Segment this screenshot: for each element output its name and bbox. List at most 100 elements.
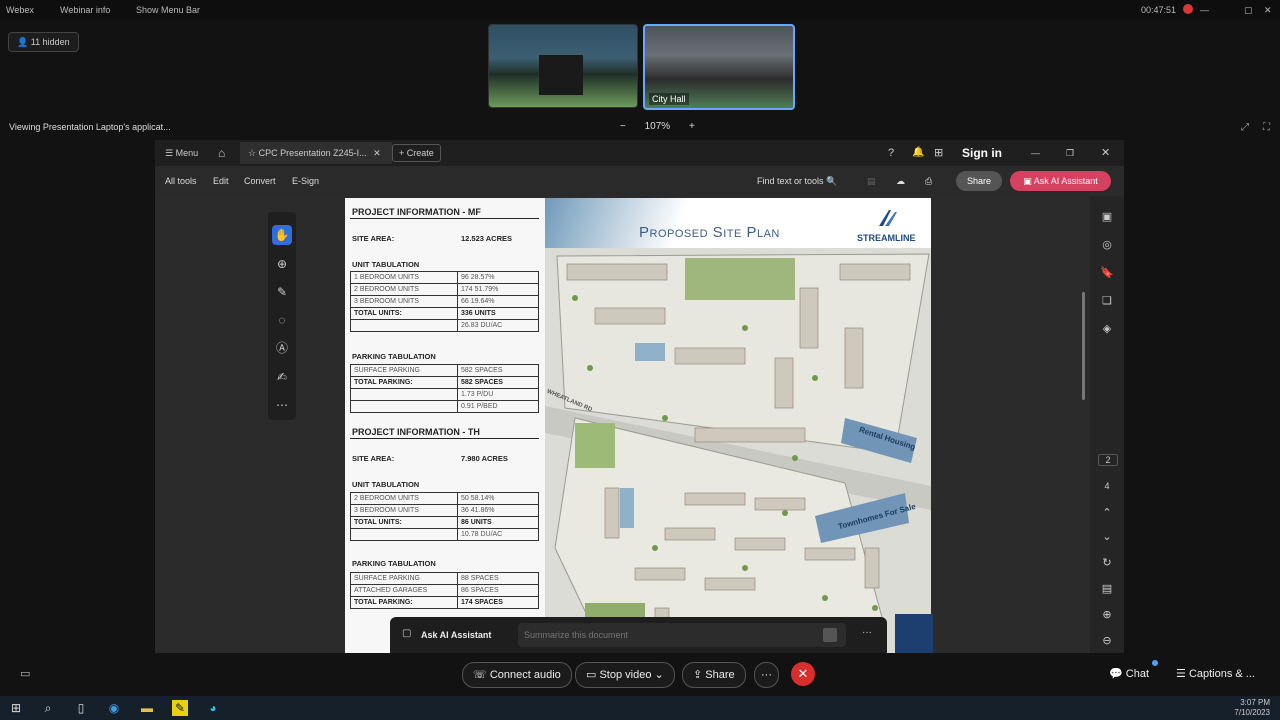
zoom-in-icon[interactable]: ⊕	[1098, 606, 1116, 624]
edge-browser-icon[interactable]: ◉	[106, 700, 122, 716]
plan-title: Proposed Site Plan	[639, 224, 780, 241]
chevron-down-icon[interactable]: ⌄	[1098, 528, 1116, 546]
document-tab[interactable]: ☆ CPC Presentation Z245-I... ✕	[240, 142, 392, 164]
expand-icon[interactable]: ⤢	[1241, 122, 1249, 133]
video-thumbnail-podium[interactable]	[488, 24, 638, 108]
minimize-icon[interactable]: —	[1200, 5, 1209, 15]
bookmark-icon[interactable]: 🔖	[1098, 264, 1116, 282]
stop-video-button[interactable]: ▭ Stop video ⌄	[575, 662, 675, 688]
window-restore-icon[interactable]: ❐	[1066, 142, 1074, 164]
share-button[interactable]: Share	[956, 171, 1002, 191]
home-icon[interactable]: ⌂	[218, 142, 225, 164]
share-content-button[interactable]: ⇪ Share	[682, 662, 746, 688]
ai-prompt-input[interactable]	[518, 623, 846, 647]
convert-menu[interactable]: Convert	[244, 176, 276, 186]
zoom-tool-icon[interactable]: ⊕	[272, 254, 292, 274]
webex-app-icon[interactable]: ◕	[205, 700, 221, 716]
sign-in-button[interactable]: Sign in	[962, 142, 1002, 164]
chat-icon: 💬	[1109, 668, 1123, 680]
hidden-participants-pill[interactable]: 👤 11 hidden	[8, 32, 79, 52]
table-cell: TOTAL UNITS:	[350, 516, 458, 529]
attachment-icon[interactable]: ◎	[1098, 236, 1116, 254]
zoom-control: − 107% +	[612, 121, 703, 132]
table-cell: 86 SPACES	[457, 584, 539, 597]
menu-button[interactable]: ☰ Menu	[165, 142, 198, 164]
restore-icon[interactable]: ▢	[1244, 5, 1253, 16]
sticky-notes-icon[interactable]: ✎	[172, 700, 188, 716]
ask-ai-assistant-button[interactable]: ▣ Ask AI Assistant	[1010, 171, 1111, 191]
more-options-button[interactable]: ···	[754, 662, 779, 688]
zoom-out-icon[interactable]: ⊖	[1098, 632, 1116, 650]
esign-menu[interactable]: E-Sign	[292, 176, 319, 186]
window-minimize-icon[interactable]: —	[1031, 142, 1040, 164]
acrobat-window: ☰ Menu ⌂ ☆ CPC Presentation Z245-I... ✕ …	[155, 140, 1124, 653]
table-cell: 2 BEDROOM UNITS	[350, 283, 458, 296]
chevron-up-icon[interactable]: ⌃	[1098, 504, 1116, 522]
text-select-tool-icon[interactable]: Ⓐ	[272, 338, 292, 358]
send-icon[interactable]	[823, 628, 837, 642]
refresh-icon[interactable]: ↻	[1098, 554, 1116, 572]
upload-icon[interactable]: ☁	[896, 176, 905, 187]
notifications-icon[interactable]: 🔔	[912, 142, 924, 164]
pen-tool-icon[interactable]: ✎	[272, 282, 292, 302]
ai-more-button[interactable]: ···	[862, 627, 872, 638]
captions-button[interactable]: ☰ Captions & ...	[1176, 667, 1255, 680]
all-tools-menu[interactable]: All tools	[165, 176, 197, 186]
table-cell	[350, 388, 458, 401]
fullscreen-icon[interactable]: ⛶	[1263, 122, 1270, 133]
save-icon[interactable]: ▤	[867, 176, 876, 187]
pdf-page: PROJECT INFORMATION - MF SITE AREA: 12.5…	[345, 198, 931, 653]
comment-panel-icon[interactable]: ▣	[1098, 208, 1116, 226]
video-thumbnail-city-hall[interactable]: City Hall	[643, 24, 795, 110]
webex-menu-webex[interactable]: Webex	[6, 5, 34, 15]
page-number-total: 4	[1104, 481, 1110, 491]
create-label: Create	[406, 148, 434, 158]
ai-assistant-bar: ▢ Ask AI Assistant ···	[390, 617, 887, 653]
file-explorer-icon[interactable]: ▬	[139, 700, 155, 716]
table-cell: 88 SPACES	[457, 572, 539, 585]
webex-menu-webinar-info[interactable]: Webinar info	[60, 5, 110, 15]
search-icon[interactable]: ⌕	[40, 700, 56, 716]
window-close-icon[interactable]: ✕	[1101, 142, 1110, 164]
thumbnail-label: City Hall	[649, 93, 689, 105]
zoom-out-button[interactable]: −	[620, 121, 626, 132]
layout-icon[interactable]: ▭	[20, 667, 30, 680]
table-cell: SURFACE PARKING	[350, 364, 458, 377]
edit-menu[interactable]: Edit	[213, 176, 229, 186]
scrollbar-thumb[interactable]	[1082, 292, 1085, 400]
file-icon[interactable]: ▯	[73, 700, 89, 716]
table-row: ATTACHED GARAGES 86 SPACES	[350, 584, 539, 597]
find-text-tools[interactable]: Find text or tools 🔍	[757, 176, 837, 187]
apps-icon[interactable]: ⊞	[934, 142, 943, 164]
chevron-down-icon[interactable]: ⌄	[655, 669, 664, 681]
table-cell: 66 19.64%	[457, 295, 539, 308]
windows-start-icon[interactable]: ⊞	[8, 700, 24, 716]
table-cell: 582 SPACES	[457, 364, 539, 377]
document-fit-icon[interactable]: ▤	[1098, 580, 1116, 598]
chat-button[interactable]: 💬 Chat	[1109, 667, 1149, 680]
layers-icon[interactable]: ◈	[1098, 320, 1116, 338]
zoom-in-button[interactable]: +	[689, 121, 695, 132]
table-cell: TOTAL PARKING:	[350, 596, 458, 609]
page-number-current[interactable]: 2	[1098, 454, 1118, 466]
connect-audio-button[interactable]: ☏ Connect audio	[462, 662, 572, 688]
create-button[interactable]: + Create	[392, 144, 441, 162]
captions-icon: ☰	[1176, 668, 1186, 680]
webex-menu-show-menu-bar[interactable]: Show Menu Bar	[136, 5, 200, 15]
tab-close-icon[interactable]: ✕	[373, 148, 381, 158]
th-parking-table: SURFACE PARKING 88 SPACES ATTACHED GARAGE…	[350, 572, 539, 609]
pages-icon[interactable]: ❏	[1098, 292, 1116, 310]
table-cell: 174 SPACES	[457, 596, 539, 609]
stamp-tool-icon[interactable]: ✍	[272, 367, 292, 387]
viewing-status: Viewing Presentation Laptop's applicat..…	[9, 122, 171, 132]
lasso-tool-icon[interactable]: ◌	[272, 310, 292, 330]
more-tools-icon[interactable]: ⋯	[272, 395, 292, 415]
hand-tool-icon[interactable]: ✋	[272, 225, 292, 245]
end-call-button[interactable]: ✕	[791, 662, 815, 686]
print-icon[interactable]: ⎙	[925, 176, 932, 187]
mf-site-area-value: 12.523 ACRES	[461, 234, 512, 243]
minimap-thumbnail[interactable]	[895, 614, 933, 653]
table-row: 2 BEDROOM UNITS 174 51.79%	[350, 283, 539, 296]
close-icon[interactable]: ✕	[1264, 5, 1272, 16]
help-icon[interactable]: ?	[888, 142, 894, 164]
